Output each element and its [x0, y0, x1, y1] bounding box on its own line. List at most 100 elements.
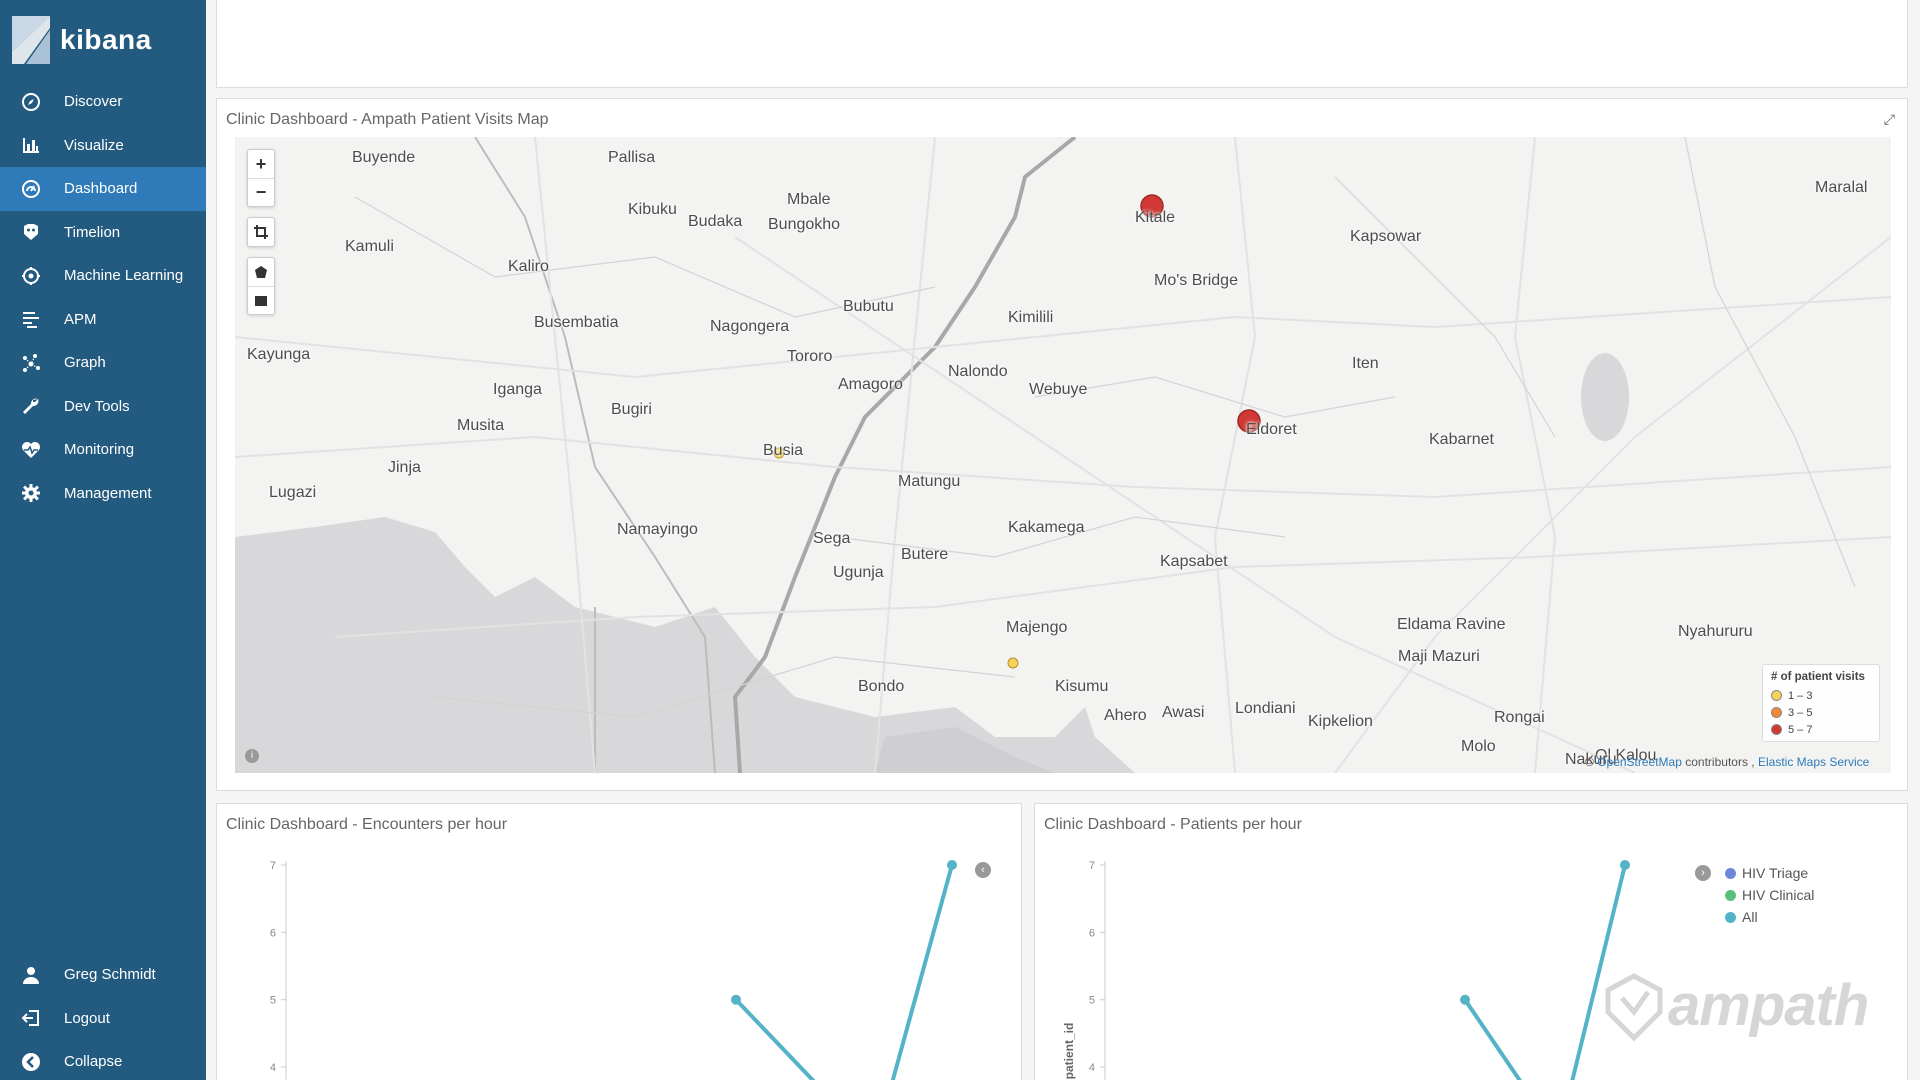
- sidebar: kibana Discover Visualize Dashboard Time…: [0, 0, 206, 1080]
- osm-link[interactable]: OpenStreetMap: [1597, 755, 1682, 769]
- nav-item-apm[interactable]: APM: [0, 298, 206, 342]
- attribution-contributors: contributors ,: [1685, 755, 1755, 769]
- map-place-label: Majengo: [1006, 619, 1068, 636]
- nav-item-monitoring[interactable]: Monitoring: [0, 428, 206, 472]
- nav-item-discover[interactable]: Discover: [0, 80, 206, 124]
- zoom-out-button[interactable]: −: [248, 178, 274, 206]
- map-place-label: Ahero: [1104, 707, 1147, 724]
- y-axis-label: of patient_id: [1062, 1023, 1076, 1080]
- map-place-label: Pallisa: [608, 149, 656, 166]
- rectangle-draw-icon[interactable]: [248, 286, 274, 314]
- polygon-draw-icon[interactable]: [248, 258, 274, 286]
- kibana-logo[interactable]: kibana: [12, 14, 152, 66]
- map-place-label: Nalondo: [948, 363, 1008, 380]
- y-tick-label: 6: [270, 927, 276, 939]
- nav-label: Greg Schmidt: [64, 966, 156, 984]
- map-attribution: © OpenStreetMap contributors , Elastic M…: [1585, 755, 1869, 769]
- fullscreen-icon[interactable]: ⤢: [1884, 111, 1895, 128]
- map-place-label: Nyahururu: [1678, 623, 1753, 640]
- map-place-label: Musita: [457, 417, 505, 434]
- nav-label: APM: [64, 310, 97, 328]
- map-place-label: Londiani: [1235, 700, 1296, 717]
- map-place-label: Kibuku: [628, 201, 677, 218]
- nav-label: Discover: [64, 93, 123, 111]
- legend-item: 5 – 7: [1771, 721, 1871, 738]
- y-tick-label: 5: [270, 995, 276, 1007]
- heartbeat-icon: [20, 439, 42, 461]
- map-place-label: Kimilili: [1008, 309, 1054, 326]
- app-name: kibana: [60, 24, 152, 55]
- zoom-in-button[interactable]: +: [248, 150, 274, 178]
- map-place-label: Nagongera: [710, 318, 790, 335]
- map-place-label: Kitale: [1135, 209, 1176, 226]
- legend-swatch: [1771, 690, 1782, 701]
- nav-label: Graph: [64, 354, 106, 372]
- map-place-label: Ugunja: [833, 564, 884, 581]
- encounters-chart: 4567nt: [270, 860, 957, 1080]
- nav-item-logout[interactable]: Logout: [0, 997, 206, 1041]
- nav-item-graph[interactable]: Graph: [0, 341, 206, 385]
- main-nav: Discover Visualize Dashboard Timelion Ma…: [0, 80, 206, 515]
- map-place-label: Butere: [901, 546, 949, 563]
- ampath-logo-icon: [1605, 973, 1663, 1042]
- y-tick-label: 7: [1089, 860, 1095, 872]
- map-place-label: Matungu: [898, 473, 961, 490]
- info-icon[interactable]: i: [245, 749, 259, 763]
- map-panel-title: Clinic Dashboard - Ampath Patient Visits…: [226, 111, 549, 128]
- map-place-label: Webuye: [1029, 381, 1088, 398]
- wrench-icon: [20, 395, 42, 417]
- map-place-label: Mo's Bridge: [1154, 272, 1238, 289]
- map-place-label: Eldoret: [1246, 421, 1297, 438]
- nav-label: Dashboard: [64, 180, 138, 198]
- nav-label: Dev Tools: [64, 397, 130, 415]
- map-place-label: Sega: [813, 530, 851, 547]
- series-line: [890, 863, 954, 1080]
- nav-item-management[interactable]: Management: [0, 472, 206, 516]
- crop-icon[interactable]: [248, 218, 274, 246]
- nav-item-dashboard[interactable]: Dashboard: [0, 167, 206, 211]
- map-place-label: Kapsabet: [1160, 553, 1228, 570]
- map-place-label: Amagoro: [838, 376, 903, 393]
- map-place-label: Bungokho: [768, 216, 841, 233]
- data-point: [1460, 994, 1470, 1005]
- y-tick-label: 5: [1089, 995, 1095, 1007]
- map-place-label: Eldama Ravine: [1397, 616, 1506, 633]
- map-place-label: Busembatia: [534, 314, 619, 331]
- fit-bounds-control: [247, 217, 275, 247]
- map-canvas[interactable]: Buyende Pallisa Mbale Kibuku Budaka Bung…: [235, 137, 1891, 773]
- map-place-label: Kaliro: [508, 258, 549, 275]
- map-panel: Clinic Dashboard - Ampath Patient Visits…: [216, 98, 1908, 791]
- nav-label: Logout: [64, 1009, 110, 1027]
- map-place-label: Namayingo: [617, 521, 698, 538]
- nav-item-timelion[interactable]: Timelion: [0, 211, 206, 255]
- series-line: [734, 997, 816, 1080]
- bottom-nav: Greg Schmidt Logout Collapse: [0, 953, 206, 1080]
- user-icon: [20, 964, 42, 986]
- nav-item-visualize[interactable]: Visualize: [0, 124, 206, 168]
- data-point: [947, 860, 957, 870]
- y-tick-label: 6: [1089, 927, 1095, 939]
- nav-item-collapse[interactable]: Collapse: [0, 1040, 206, 1080]
- attribution-prefix: ©: [1585, 755, 1594, 769]
- legend-swatch: [1771, 707, 1782, 718]
- map-place-label: Jinja: [388, 459, 421, 476]
- map-place-label: Kakamega: [1008, 519, 1085, 536]
- map-place-label: Busia: [763, 442, 804, 459]
- dashboard-icon: [20, 178, 42, 200]
- nav-label: Collapse: [64, 1053, 123, 1071]
- graph-icon: [20, 352, 42, 374]
- y-tick-label: 4: [1089, 1062, 1095, 1074]
- map-place-label: Maji Mazuri: [1398, 648, 1480, 665]
- compass-icon: [20, 91, 42, 113]
- map-place-label: Awasi: [1162, 704, 1205, 721]
- nav-item-dev-tools[interactable]: Dev Tools: [0, 385, 206, 429]
- map-place-label: Bondo: [858, 678, 905, 695]
- legend-label: 1 – 3: [1788, 689, 1813, 702]
- map-place-label: Maralal: [1815, 179, 1868, 196]
- ems-link[interactable]: Elastic Maps Service: [1758, 755, 1869, 769]
- map-place-label: Kisumu: [1055, 678, 1109, 695]
- nav-item-machine-learning[interactable]: Machine Learning: [0, 254, 206, 298]
- nav-label: Monitoring: [64, 441, 135, 459]
- legend-swatch: [1771, 724, 1782, 735]
- nav-item-user[interactable]: Greg Schmidt: [0, 953, 206, 997]
